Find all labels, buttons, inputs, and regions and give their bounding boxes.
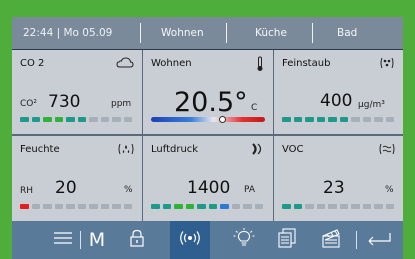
wireless-button[interactable] [170, 221, 210, 259]
tile-unit: % [385, 185, 394, 195]
tile-value: 400 [320, 91, 353, 111]
cloud-icon [116, 56, 134, 71]
bottom-toolbar: M [12, 221, 403, 259]
sensor-grid: CO 2 CO² 730 ppm Wohnen 20.5° C Feinstau… [12, 50, 403, 221]
tile-unit: ppm [111, 99, 132, 109]
level-bar [282, 204, 394, 209]
wind-icon [379, 142, 395, 159]
tile-unit: PA [244, 185, 256, 195]
tile-prefix: CO² [20, 99, 37, 109]
app-frame: 22:44 | Mo 05.09 Wohnen Küche Bad CO 2 C… [12, 17, 403, 259]
lock-button[interactable] [123, 221, 151, 259]
m-icon: M [88, 229, 106, 251]
droplets-icon [118, 142, 134, 159]
scene-button[interactable] [317, 221, 347, 259]
tab-kueche[interactable]: Küche [255, 27, 287, 39]
level-bar [151, 204, 263, 209]
tile-unit: µg/m³ [358, 100, 385, 110]
level-bar [20, 204, 132, 209]
back-icon [366, 230, 392, 251]
menu-icon [53, 230, 73, 251]
light-button[interactable] [229, 221, 259, 259]
temperature-bar [151, 116, 265, 123]
bulb-icon [233, 227, 255, 253]
tile-unit: C [251, 103, 258, 113]
tile-title: Feuchte [20, 144, 60, 155]
lock-icon [129, 229, 145, 252]
particles-icon [379, 56, 395, 73]
tile-feinstaub[interactable]: Feinstaub 400 µg/m³ [274, 50, 403, 134]
tile-title: Wohnen [151, 58, 192, 69]
tile-value: 1400 [187, 178, 231, 198]
level-bar [20, 117, 132, 122]
tile-voc[interactable]: VOC 23 % [274, 136, 403, 221]
document-button[interactable] [274, 221, 300, 259]
tab-bad[interactable]: Bad [337, 27, 357, 39]
document-icon [278, 227, 296, 253]
mode-m-button[interactable]: M [84, 221, 110, 259]
divider [226, 23, 227, 43]
tile-prefix: RH [20, 186, 34, 196]
top-bar: 22:44 | Mo 05.09 Wohnen Küche Bad [12, 17, 403, 49]
divider [140, 23, 141, 43]
back-button[interactable] [362, 221, 396, 259]
pressure-icon [249, 142, 265, 159]
tile-value: 730 [48, 92, 81, 112]
clock-date: 22:44 | Mo 05.09 [23, 27, 113, 39]
tile-title: Luftdruck [151, 144, 199, 155]
tile-title: Feinstaub [282, 58, 331, 69]
tile-value: 23 [323, 178, 345, 198]
tile-wohnen[interactable]: Wohnen 20.5° C [143, 50, 273, 134]
tile-feuchte[interactable]: Feuchte RH 20 % [12, 136, 142, 221]
tab-wohnen[interactable]: Wohnen [161, 27, 204, 39]
tile-co2[interactable]: CO 2 CO² 730 ppm [12, 50, 142, 134]
clapper-icon [321, 228, 343, 253]
tile-value: 20.5° [174, 87, 248, 118]
tile-value: 20 [55, 178, 77, 198]
divider [356, 231, 357, 249]
temperature-marker [218, 116, 226, 123]
tile-unit: % [124, 185, 133, 195]
level-bar [282, 117, 394, 122]
tile-title: VOC [282, 144, 304, 155]
tile-title: CO 2 [20, 58, 45, 69]
thermometer-icon [255, 56, 265, 75]
tile-luftdruck[interactable]: Luftdruck 1400 PA [143, 136, 273, 221]
divider [312, 23, 313, 43]
divider [80, 231, 81, 249]
menu-button[interactable] [48, 221, 78, 259]
wireless-icon [177, 230, 203, 251]
